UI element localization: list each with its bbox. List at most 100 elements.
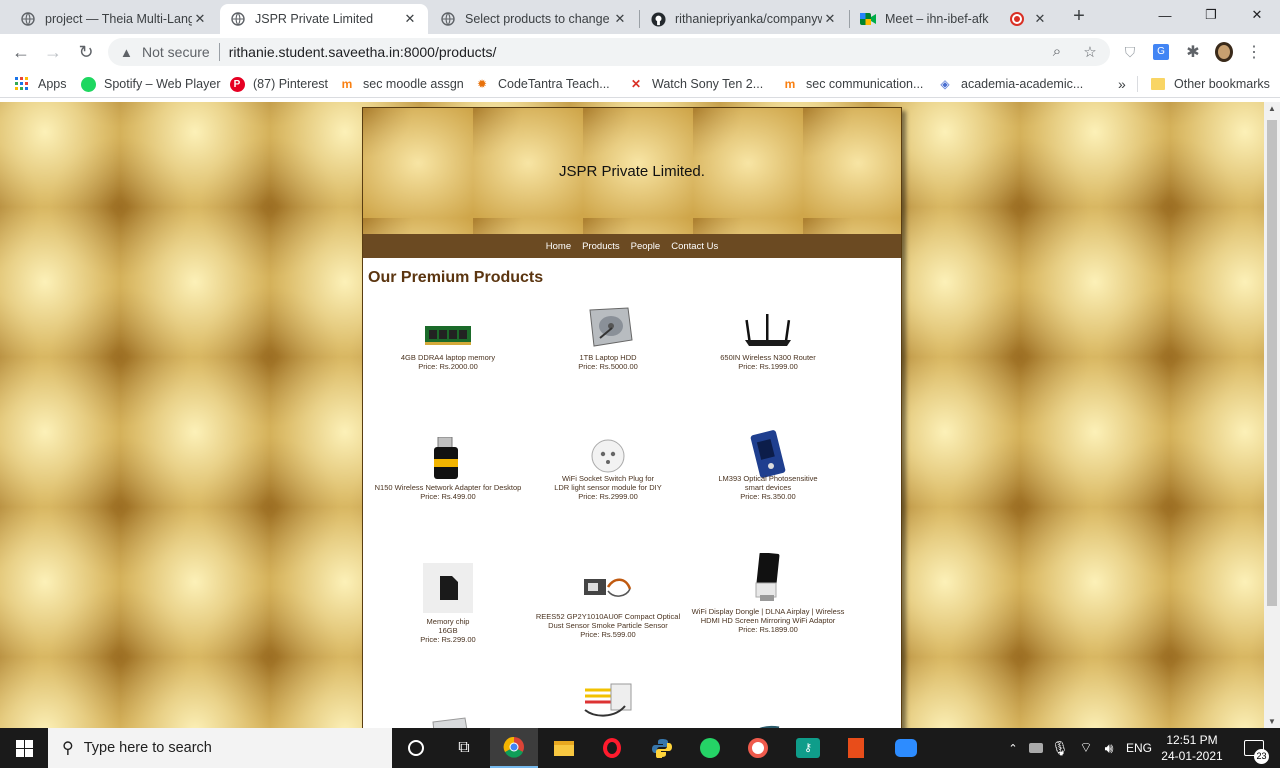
tab-title: JSPR Private Limited xyxy=(255,12,374,26)
office-icon[interactable] xyxy=(832,728,880,768)
page-scrollbar[interactable]: ▲ ▼ xyxy=(1264,102,1280,728)
other-bookmarks[interactable]: Other bookmarks xyxy=(1150,75,1270,93)
scrollbar-thumb[interactable] xyxy=(1267,120,1277,606)
product-name: LM393 Optical Photosensitive smart devic… xyxy=(718,474,818,492)
tab-meet[interactable]: Meet – ihn-ibef-afk ✕ xyxy=(850,4,1058,34)
bookmark-codetantra[interactable]: ✹ CodeTantra Teach... xyxy=(474,75,610,93)
forward-arrow-icon[interactable]: → xyxy=(41,40,65,64)
opera-icon[interactable] xyxy=(588,728,636,768)
site-container: JSPR Private Limited. Home Products Peop… xyxy=(362,107,902,728)
python-icon[interactable] xyxy=(638,728,686,768)
file-explorer-icon[interactable] xyxy=(540,728,588,768)
academia-icon: ◈ xyxy=(940,77,950,91)
product-price: Price: Rs.5000.00 xyxy=(578,362,638,371)
bookmark-apps[interactable]: Apps xyxy=(14,75,67,93)
bookmark-label: Apps xyxy=(38,77,67,91)
key-app-icon[interactable]: ⚷ xyxy=(784,728,832,768)
notifications-button[interactable]: 23 xyxy=(1234,728,1274,768)
globe-icon xyxy=(440,11,456,27)
product-name: Memory chip 16GB xyxy=(426,617,470,635)
bookmark-sony[interactable]: ✕ Watch Sony Ten 2... xyxy=(628,75,763,93)
star-icon[interactable]: ☆ xyxy=(1081,43,1099,61)
back-arrow-icon[interactable]: ← xyxy=(9,40,33,64)
scroll-down-arrow-icon[interactable]: ▼ xyxy=(1264,717,1280,726)
bookmark-spotify[interactable]: Spotify – Web Player xyxy=(80,75,221,93)
restore-button[interactable]: ❐ xyxy=(1188,0,1234,30)
bookmark-moodle[interactable]: m sec moodle assgn xyxy=(339,75,464,93)
product-price: Price: Rs.499.00 xyxy=(420,492,476,501)
nav-contact-link[interactable]: Contact Us xyxy=(671,241,718,252)
url-text[interactable]: rithanie.student.saveetha.in:8000/produc… xyxy=(229,44,497,60)
close-tab-icon[interactable]: ✕ xyxy=(822,11,838,27)
new-tab-button[interactable]: + xyxy=(1068,6,1090,28)
bookmark-pinterest[interactable]: P (87) Pinterest xyxy=(229,75,328,93)
volume-icon[interactable]: 🔊︎ xyxy=(1098,728,1120,768)
product-price: Price: Rs.350.00 xyxy=(740,492,796,501)
nav-people-link[interactable]: People xyxy=(631,241,661,252)
tray-app-icon[interactable] xyxy=(1024,728,1048,768)
close-window-button[interactable]: ✕ xyxy=(1234,0,1280,30)
tab-github[interactable]: rithaniepriyanka/companyw ✕ xyxy=(640,4,848,34)
windows-taskbar: ⚲ Type here to search ⧉ ⚷ ⌃ 🎙︎ ⌔ 🔊︎ ENG … xyxy=(0,728,1280,768)
product-card[interactable]: N150 Wireless Network Adapter for Deskto… xyxy=(358,430,538,501)
product-card[interactable]: 650IN Wireless N300 Router Price: Rs.199… xyxy=(678,300,858,371)
language-indicator[interactable]: ENG xyxy=(1122,728,1156,768)
scroll-up-arrow-icon[interactable]: ▲ xyxy=(1264,104,1280,113)
close-tab-icon[interactable]: ✕ xyxy=(1032,11,1048,27)
close-tab-icon[interactable]: ✕ xyxy=(402,11,418,27)
product-card[interactable]: 4GB DDRA4 laptop memory Price: Rs.2000.0… xyxy=(358,300,538,371)
product-card[interactable]: WiFi Socket Switch Plug for LDR light se… xyxy=(518,430,698,501)
whatsapp-icon[interactable] xyxy=(686,728,734,768)
partial-product-image xyxy=(581,680,637,723)
product-price: Price: Rs.1999.00 xyxy=(738,362,798,371)
product-name: 4GB DDRA4 laptop memory xyxy=(400,353,496,362)
product-name: 650IN Wireless N300 Router xyxy=(720,353,816,362)
wifi-icon[interactable]: ⌔ xyxy=(1074,728,1098,768)
reload-icon[interactable]: ↻ xyxy=(74,40,98,64)
spotify-icon xyxy=(80,76,96,92)
zoom-icon[interactable]: ⌕ xyxy=(1048,43,1066,61)
cortana-icon[interactable] xyxy=(392,728,440,768)
bookmark-label: (87) Pinterest xyxy=(253,77,329,91)
warning-icon: ▲ xyxy=(120,44,133,60)
sensor-module-icon xyxy=(678,430,858,478)
address-bar[interactable]: ▲ Not secure rithanie.student.saveetha.i… xyxy=(108,38,1110,66)
close-tab-icon[interactable]: ✕ xyxy=(612,11,628,27)
minimize-button[interactable]: — xyxy=(1142,0,1188,30)
product-card[interactable]: LM393 Optical Photosensitive smart devic… xyxy=(678,430,858,501)
chrome-taskbar-icon[interactable] xyxy=(490,728,538,768)
microphone-icon[interactable]: 🎙︎ xyxy=(1050,728,1070,768)
security-label[interactable]: Not secure xyxy=(142,44,210,60)
task-view-icon[interactable]: ⧉ xyxy=(440,728,488,768)
menu-kebab-icon[interactable]: ⋮ xyxy=(1245,43,1263,61)
bookmark-sec-communication[interactable]: m sec communication... xyxy=(782,75,924,93)
tab-jspr[interactable]: JSPR Private Limited ✕ xyxy=(220,4,428,34)
tray-chevron-icon[interactable]: ⌃ xyxy=(1004,728,1022,768)
bookmarks-overflow-button[interactable]: » xyxy=(1118,75,1126,93)
nav-home-link[interactable]: Home xyxy=(546,241,571,252)
product-card[interactable]: WiFi Display Dongle | DLNA Airplay | Wir… xyxy=(678,553,858,634)
nav-products-link[interactable]: Products xyxy=(582,241,620,252)
taskbar-search[interactable]: ⚲ Type here to search xyxy=(48,728,392,768)
site-nav: Home Products People Contact Us xyxy=(363,234,901,258)
taskbar-clock[interactable]: 12:51 PM 24-01-2021 xyxy=(1152,732,1232,764)
partial-product-image xyxy=(429,712,471,728)
zoom-app-icon[interactable] xyxy=(882,728,930,768)
arc-app-icon[interactable] xyxy=(734,728,782,768)
puzzle-extensions-icon[interactable]: ✱ xyxy=(1184,43,1202,61)
profile-avatar[interactable] xyxy=(1215,42,1233,62)
page-viewport: JSPR Private Limited. Home Products Peop… xyxy=(0,102,1264,728)
bookmark-academia[interactable]: ◈ academia-academic... xyxy=(937,75,1083,93)
tab-select-products[interactable]: Select products to change | ✕ xyxy=(430,4,638,34)
tab-theia[interactable]: project — Theia Multi-Lang ✕ xyxy=(10,4,218,34)
bookmark-label: Watch Sony Ten 2... xyxy=(652,77,764,91)
shield-extension-icon[interactable]: ⛉ xyxy=(1121,43,1139,61)
translate-icon[interactable]: G xyxy=(1152,43,1170,61)
product-card[interactable]: Memory chip 16GB Price: Rs.299.00 xyxy=(358,562,538,644)
usb-wifi-adapter-icon xyxy=(358,430,538,483)
windows-start-icon[interactable] xyxy=(0,728,48,768)
sony-icon: ✕ xyxy=(630,77,642,91)
product-card[interactable]: 1TB Laptop HDD Price: Rs.5000.00 xyxy=(518,300,698,371)
close-tab-icon[interactable]: ✕ xyxy=(192,11,208,27)
product-card[interactable]: REES52 GP2Y1010AU0F Compact Optical Dust… xyxy=(518,562,698,639)
